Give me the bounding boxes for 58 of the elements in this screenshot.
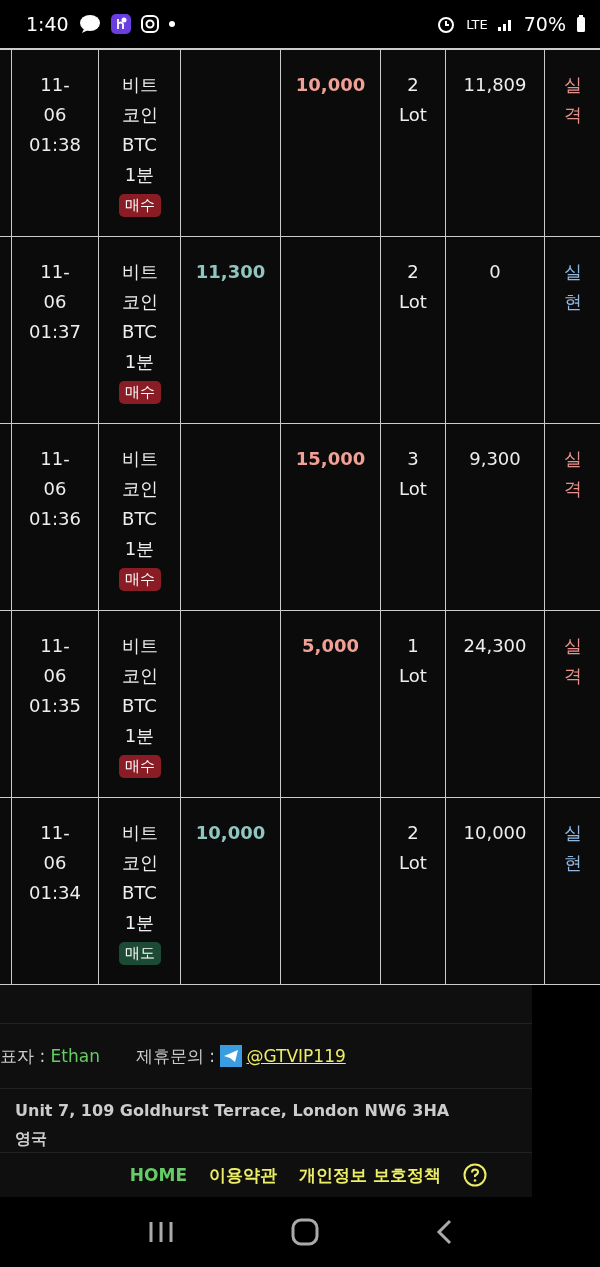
app-icon: [110, 14, 131, 34]
representative-name: Ethan: [50, 1046, 100, 1066]
camera-icon: [140, 15, 159, 33]
back-icon[interactable]: [435, 1219, 452, 1245]
lots-cell-text: 2 Lot: [399, 73, 427, 127]
footer-link[interactable]: 개인정보 보호정책: [299, 1163, 441, 1187]
result-cell-text: 실 현: [563, 260, 582, 314]
product-cell-text: 비트 코인 BTC 1분: [121, 821, 158, 935]
profit-cell-text: 11,300: [195, 260, 266, 284]
signal-icon: [497, 17, 514, 31]
help-icon[interactable]: [463, 1163, 487, 1187]
time-cell-text: 11- 06 01:34: [29, 821, 81, 905]
product-cell-text: 비트 코인 BTC 1분: [121, 447, 158, 561]
time-cell-text: 11- 06 01:36: [29, 447, 81, 531]
lots-cell-text: 3 Lot: [399, 447, 427, 501]
result-cell-text: 실 격: [563, 447, 582, 501]
side-badge: 매수: [118, 755, 161, 778]
product-cell-text: 비트 코인 BTC 1분: [121, 634, 158, 748]
result-cell-text: 실 격: [563, 73, 582, 127]
time-cell-text: 11- 06 01:38: [29, 73, 81, 157]
time-cell-text: 11- 06 01:35: [29, 634, 81, 718]
product-cell-text: 비트 코인 BTC 1분: [121, 260, 158, 374]
time-cell-text: 11- 06 01:37: [29, 260, 81, 344]
telegram-icon: [220, 1045, 243, 1067]
footer-link[interactable]: HOME: [129, 1165, 188, 1185]
loss-cell-text: 5,000: [302, 634, 359, 658]
chat-bubble-icon: [78, 14, 101, 34]
amount-cell-text: 10,000: [463, 821, 527, 845]
home-icon[interactable]: [291, 1218, 319, 1246]
product-cell-text: 비트 코인 BTC 1분: [121, 73, 158, 187]
clock: 1:40: [26, 13, 69, 35]
side-badge: 매도: [118, 942, 161, 965]
footer-link[interactable]: 이용약관: [209, 1163, 278, 1187]
address: Unit 7, 109 Goldhurst Terrace, London NW6 3HA 영국: [0, 1089, 532, 1153]
battery-level: 70%: [523, 13, 566, 35]
side-badge: 매수: [118, 381, 161, 404]
side-badge: 매수: [118, 568, 161, 591]
profit-cell-text: 10,000: [195, 821, 266, 845]
battery-icon: [576, 15, 586, 33]
amount-cell-text: 24,300: [463, 634, 527, 658]
dot-icon: [168, 21, 175, 27]
loss-cell-text: 15,000: [295, 447, 366, 471]
result-cell-text: 실 격: [563, 634, 582, 688]
lots-cell-text: 2 Lot: [399, 821, 427, 875]
representative-label: 표자 :: [0, 1044, 47, 1068]
amount-cell-text: 11,809: [463, 73, 527, 97]
lots-cell-text: 1 Lot: [399, 634, 427, 688]
recent-apps-icon[interactable]: [148, 1220, 175, 1244]
contact-link[interactable]: @GTVIP119: [246, 1046, 346, 1066]
side-badge: 매수: [118, 194, 161, 217]
amount-cell-text: 9,300: [469, 447, 521, 471]
loss-cell-text: 10,000: [295, 73, 366, 97]
lots-cell-text: 2 Lot: [399, 260, 427, 314]
amount-cell-text: 0: [489, 260, 501, 284]
contact-label: 제휴문의 :: [135, 1044, 217, 1068]
network-label: LTE: [466, 16, 488, 32]
result-cell-text: 실 현: [563, 821, 582, 875]
alarm-icon: [436, 14, 457, 34]
